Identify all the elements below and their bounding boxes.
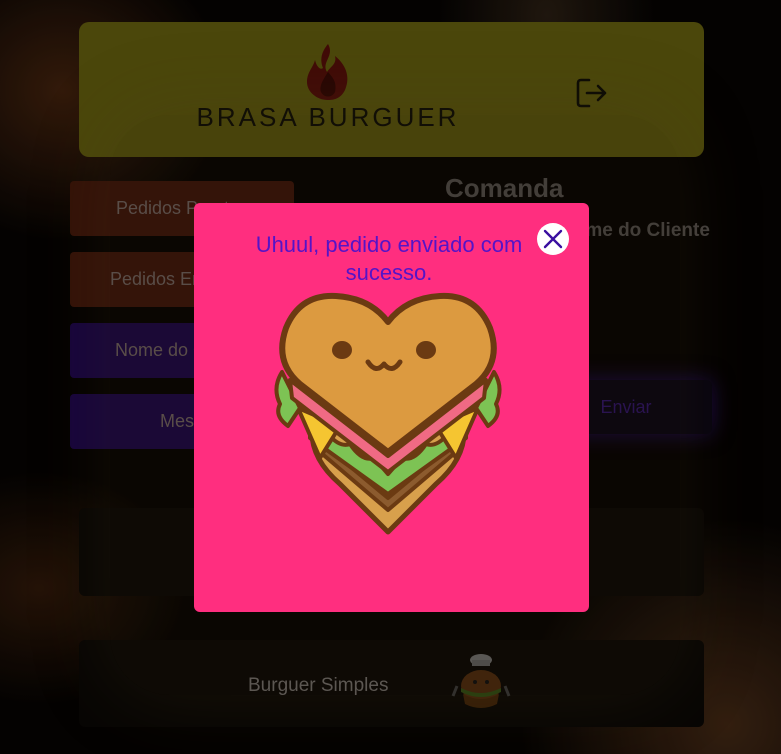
heart-sandwich-icon xyxy=(270,288,506,538)
modal-message: Uhuul, pedido enviado com sucesso. xyxy=(255,232,523,285)
success-modal: Uhuul, pedido enviado com sucesso. xyxy=(194,203,589,612)
close-icon[interactable] xyxy=(537,223,569,255)
